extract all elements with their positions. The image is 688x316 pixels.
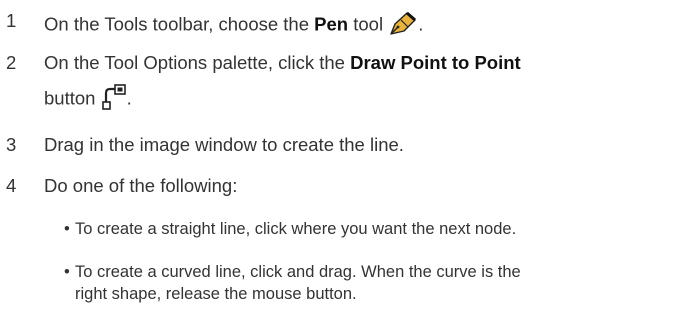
step-text: On the Tools toolbar, choose the Pen too… <box>44 10 423 41</box>
step-text: Drag in the image window to create the l… <box>44 134 404 155</box>
step-text: button . <box>44 84 132 115</box>
pen-label: Pen <box>314 13 349 35</box>
bullet-text: To create a curved line, click and drag.… <box>75 263 521 281</box>
draw-point-to-point-label: Draw Point to Point <box>350 52 521 73</box>
bullet-text: To create a straight line, click where y… <box>75 220 517 238</box>
step-number: 2 <box>6 52 17 73</box>
bullet-glyph: • <box>64 220 70 238</box>
bullet-glyph: • <box>64 263 70 281</box>
step-text: On the Tool Options palette, click the D… <box>44 52 521 73</box>
bullet-text: right shape, release the mouse button. <box>75 285 357 303</box>
step-number: 3 <box>6 134 17 155</box>
step-number: 1 <box>6 10 17 31</box>
pen-tool-icon <box>388 10 418 41</box>
draw-point-to-point-icon <box>101 84 127 115</box>
step-number: 4 <box>6 175 17 196</box>
step-text: Do one of the following: <box>44 175 238 196</box>
